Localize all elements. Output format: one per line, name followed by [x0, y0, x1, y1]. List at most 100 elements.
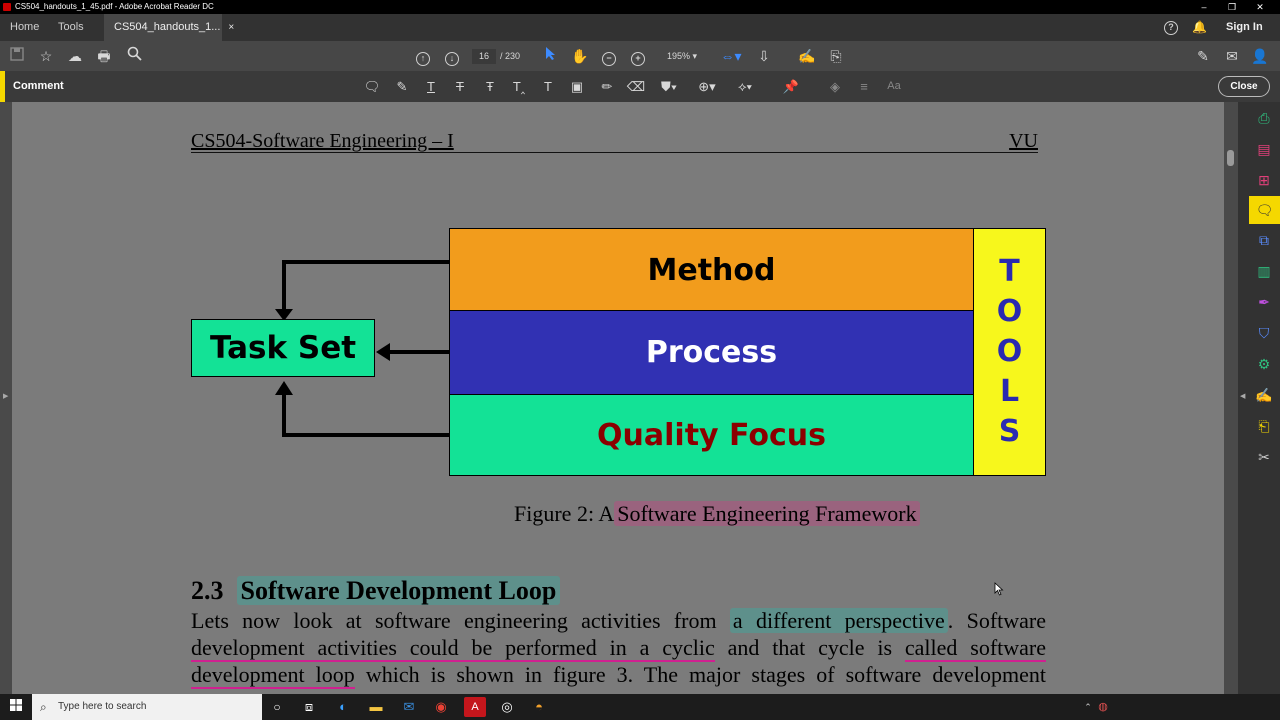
text-box-icon[interactable]: ▣	[566, 77, 588, 96]
insert-text-icon[interactable]: T‸	[508, 77, 530, 96]
main-toolbar: ☆ ☁ 🖶 ↑ ↓ 16 / 230 ✋ − + 195% ▾ ⇔▾ ⇩ ✍ ⎘…	[0, 41, 1280, 71]
text-run: . Software	[947, 608, 1046, 633]
replace-text-icon[interactable]: Ŧ	[479, 77, 501, 96]
scan-ocr-icon[interactable]: ⚙	[1254, 354, 1274, 374]
underline-text-icon[interactable]: T	[420, 77, 442, 96]
share-user-icon[interactable]: 👤	[1250, 46, 1270, 66]
create-pdf-icon[interactable]: ⊞	[1254, 170, 1274, 190]
scrollbar-thumb[interactable]	[1227, 150, 1234, 166]
pin-icon[interactable]: 📌	[780, 77, 802, 96]
select-cursor-icon[interactable]	[541, 46, 561, 66]
zoom-in-icon[interactable]: +	[628, 46, 648, 66]
window-title: CS504_handouts_1_45.pdf - Adobe Acrobat …	[15, 2, 214, 11]
chrome-icon[interactable]: ◉	[431, 697, 451, 717]
next-page-icon[interactable]: ↓	[442, 46, 462, 66]
zoom-level-dropdown[interactable]: 195% ▾	[660, 46, 704, 66]
timeline-icon[interactable]: ⧈	[299, 697, 319, 717]
mail-icon[interactable]: ✉	[399, 697, 419, 717]
quality-focus-box: Quality Focus	[449, 394, 974, 476]
organize-pages-icon[interactable]: ▤	[1254, 139, 1274, 159]
obs-icon[interactable]: ◎	[497, 697, 517, 717]
line-weight-icon[interactable]: ≡	[853, 77, 875, 96]
email-icon[interactable]: ✉	[1222, 46, 1242, 66]
share-send-icon[interactable]: ⎘	[826, 46, 846, 66]
tab-home-label: Home	[10, 21, 40, 33]
sticky-note-icon[interactable]: 🗨	[361, 77, 383, 96]
fill-color-icon[interactable]: ◈	[824, 77, 846, 96]
upload-cloud-icon[interactable]: ☁	[65, 46, 85, 66]
previous-page-icon[interactable]: ↑	[413, 46, 433, 66]
tab-tools[interactable]: Tools	[48, 14, 94, 41]
edge-icon[interactable]: ◐	[333, 697, 353, 717]
comment-label: Comment	[13, 80, 64, 92]
tray-app-icon[interactable]: ◍	[1093, 697, 1113, 717]
more-tools-icon[interactable]: ✂	[1254, 447, 1274, 467]
process-box: Process	[449, 311, 974, 394]
sign-pen-icon[interactable]: ✍	[797, 46, 817, 66]
file-explorer-icon[interactable]: ▬	[366, 697, 386, 717]
fill-sign-icon[interactable]: ✎	[1193, 46, 1213, 66]
page-fit-icon[interactable]: ⇔▾	[716, 46, 746, 66]
paragraph-line: development loop which is shown in figur…	[191, 662, 1047, 689]
acrobat-app-icon	[3, 3, 11, 11]
document-view[interactable]: CS504-Software Engineering – I VU Task S…	[12, 102, 1224, 694]
notifications-bell-icon[interactable]: 🔔	[1192, 14, 1207, 41]
collapse-panel-icon[interactable]: ◀	[1240, 392, 1245, 400]
draw-pencil-icon[interactable]: ✏	[596, 77, 618, 96]
add-text-icon[interactable]: T	[537, 77, 559, 96]
shapes-icon[interactable]: ⟡▾	[732, 77, 758, 96]
scroll-mode-icon[interactable]: ⇩	[754, 46, 774, 66]
taskbar-search-placeholder: Type here to search	[58, 701, 147, 712]
taskbar-search-box[interactable]: ⌕ Type here to search	[32, 694, 262, 720]
save-icon[interactable]	[7, 46, 27, 66]
underlined-phrase: development loop	[191, 662, 355, 689]
send-track-icon[interactable]: ⎗	[1254, 416, 1274, 436]
tools-letter: S	[998, 414, 1021, 449]
windows-start-icon[interactable]	[6, 697, 26, 717]
export-pdf-icon[interactable]: ⎙	[1254, 108, 1274, 128]
tab-home[interactable]: Home	[0, 14, 49, 41]
request-signature-icon[interactable]: ✍	[1254, 385, 1274, 405]
acrobat-icon[interactable]: A	[464, 697, 486, 717]
expand-left-panel-icon[interactable]: ▶	[3, 392, 8, 400]
text-run: which is shown in figure 3. The major st…	[365, 662, 1047, 687]
attach-file-icon[interactable]: ⊕▾	[694, 77, 720, 96]
close-comment-button[interactable]: Close	[1218, 76, 1270, 97]
maximize-button[interactable]: ❐	[1218, 0, 1246, 14]
close-window-button[interactable]: ✕	[1246, 0, 1274, 14]
tab-close-icon[interactable]: ×	[228, 22, 234, 33]
tab-document[interactable]: CS504_handouts_1... ×	[104, 14, 234, 41]
highlighted-phrase: a different perspective	[729, 608, 948, 633]
bookmark-star-icon[interactable]: ☆	[36, 46, 56, 66]
search-icon[interactable]	[124, 46, 144, 66]
window-title-bar: CS504_handouts_1_45.pdf - Adobe Acrobat …	[0, 0, 1280, 14]
minimize-button[interactable]: –	[1190, 0, 1218, 14]
tools-box: T O O L S	[974, 228, 1046, 476]
font-size-icon[interactable]: Aa	[883, 77, 905, 96]
print-icon[interactable]: 🖶	[94, 46, 114, 66]
left-nav-strip: ▶	[0, 102, 12, 694]
zoom-out-icon[interactable]: −	[599, 46, 619, 66]
sign-in-button[interactable]: Sign In	[1226, 14, 1263, 41]
stamp-icon[interactable]: ⛊▾	[656, 77, 682, 96]
task-view-icon[interactable]: ○	[267, 697, 287, 717]
app-icon[interactable]: ◓	[529, 697, 549, 717]
hand-tool-icon[interactable]: ✋	[570, 46, 590, 66]
compress-pdf-icon[interactable]: ▥	[1254, 261, 1274, 281]
fill-sign-tool-icon[interactable]: ✒	[1254, 292, 1274, 312]
help-icon[interactable]: ?	[1164, 14, 1178, 41]
highlight-pen-icon[interactable]: ✎	[391, 77, 413, 96]
strikethrough-text-icon[interactable]: T	[449, 77, 471, 96]
caption-prefix: Figure 2: A	[514, 501, 615, 526]
vertical-scrollbar[interactable]	[1224, 102, 1238, 694]
combine-files-icon[interactable]: ⧉	[1254, 230, 1274, 250]
protect-shield-icon[interactable]: ⛉	[1254, 323, 1274, 343]
tab-tools-label: Tools	[58, 21, 84, 33]
caption-highlight: Software Engineering Framework	[614, 501, 920, 526]
comment-tool-icon[interactable]: 🗨	[1249, 196, 1280, 224]
text-run: and that cycle is	[727, 635, 893, 660]
page-number-input[interactable]: 16	[472, 49, 496, 64]
arrowhead-bottom	[275, 381, 293, 395]
eraser-icon[interactable]: ⌫	[625, 77, 647, 96]
zoom-level-value: 195%	[666, 51, 690, 61]
